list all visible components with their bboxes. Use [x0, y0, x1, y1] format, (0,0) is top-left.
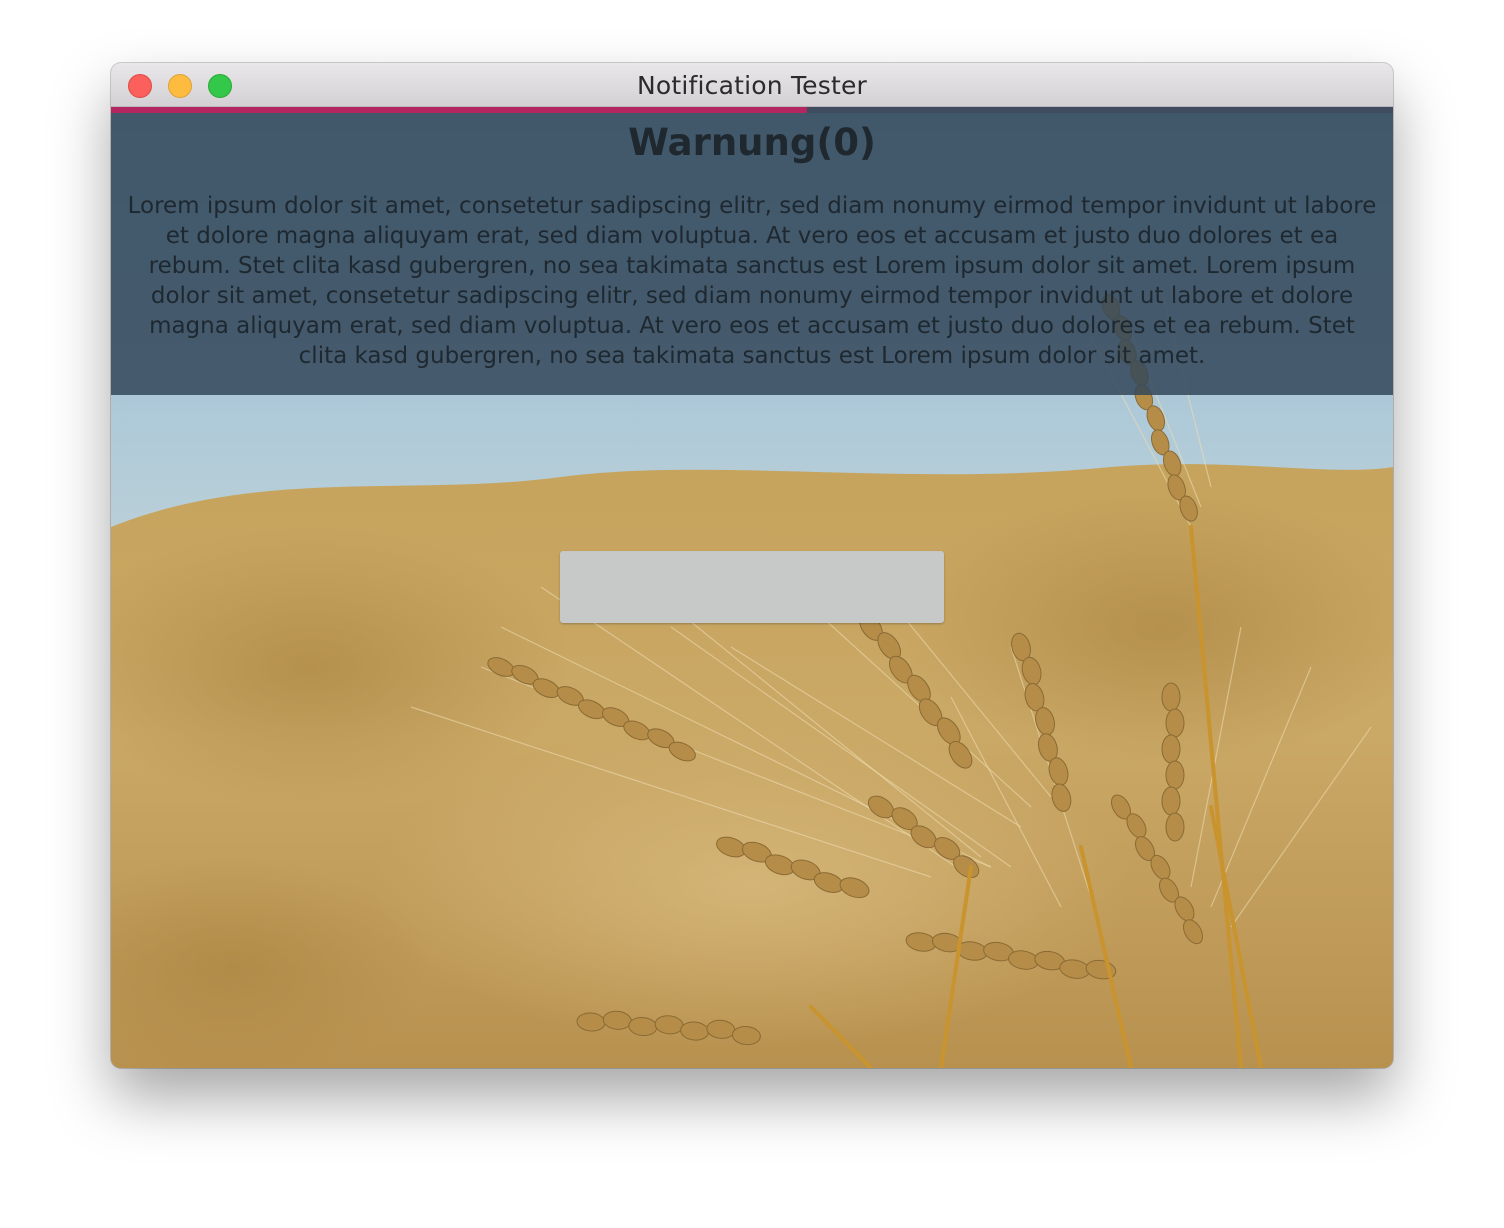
notification-progress-bar: [111, 107, 808, 113]
window-title: Notification Tester: [636, 71, 868, 100]
title-bar[interactable]: Notification Tester: [111, 63, 1393, 107]
app-window: Notification Tester Warnung(0) Lorem ips…: [111, 63, 1393, 1068]
trigger-notification-button[interactable]: [560, 551, 944, 623]
notification-banner[interactable]: Warnung(0) Lorem ipsum dolor sit amet, c…: [111, 107, 1393, 395]
notification-title: Warnung(0): [628, 121, 876, 164]
notification-progress-track: [111, 107, 1393, 113]
content-area: Warnung(0) Lorem ipsum dolor sit amet, c…: [111, 107, 1393, 1068]
notification-message: Lorem ipsum dolor sit amet, consetetur s…: [127, 193, 1377, 369]
